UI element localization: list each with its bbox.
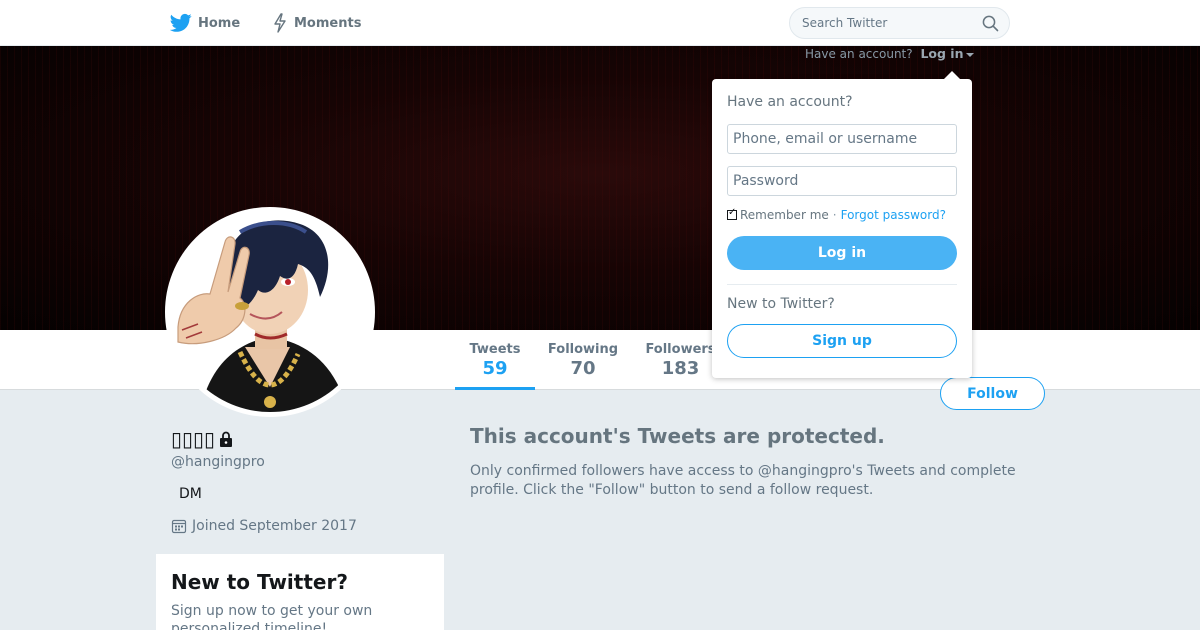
signup-button[interactable]: Sign up <box>727 324 957 358</box>
stat-following-label: Following <box>547 342 619 357</box>
header-login-link[interactable]: Log in <box>920 46 974 61</box>
stat-followers-label: Followers <box>645 342 716 357</box>
lock-icon <box>220 431 233 447</box>
username-field[interactable] <box>727 124 957 154</box>
signup-card: New to Twitter? Sign up now to get your … <box>156 554 444 630</box>
stat-following[interactable]: Following 70 <box>544 342 622 379</box>
profile-handle[interactable]: @hangingpro <box>171 454 265 470</box>
new-to-twitter-heading: New to Twitter? <box>727 296 835 312</box>
caret-down-icon <box>965 52 974 57</box>
profile-joined: Joined September 2017 <box>171 518 357 534</box>
signup-card-text: Sign up now to get your own personalized… <box>171 603 373 630</box>
profile-display-name: ▯▯▯▯ <box>171 427 235 451</box>
header-login-prompt: Have an account? Log in <box>805 46 974 61</box>
signup-card-title: New to Twitter? <box>171 570 348 594</box>
remember-label[interactable]: Remember me <box>740 208 829 222</box>
header-login-prompt-text: Have an account? <box>805 47 913 61</box>
search-box[interactable] <box>789 7 1010 39</box>
password-field[interactable] <box>727 166 957 196</box>
stat-tweets[interactable]: Tweets 59 <box>455 342 535 390</box>
remember-separator: · <box>832 208 837 222</box>
display-name-text: ▯▯▯▯ <box>171 427 216 451</box>
nav-home[interactable]: Home <box>170 13 240 33</box>
forgot-password-link[interactable]: Forgot password? <box>841 208 946 222</box>
login-dropdown: Have an account? Remember me · Forgot pa… <box>712 71 972 378</box>
profile-bio: DM <box>179 486 202 502</box>
stat-tweets-label: Tweets <box>469 342 521 357</box>
nav-moments-label: Moments <box>294 15 362 31</box>
stat-following-value: 70 <box>570 358 596 379</box>
search-input[interactable] <box>802 14 972 32</box>
login-button[interactable]: Log in <box>727 236 957 270</box>
nav-home-label: Home <box>198 15 241 31</box>
follow-button[interactable]: Follow <box>940 377 1045 410</box>
stat-followers-value: 183 <box>661 358 700 379</box>
top-navigation-bar: Home Moments <box>0 0 1200 46</box>
remember-row: Remember me · Forgot password? <box>727 207 946 222</box>
twitter-bird-icon <box>170 13 192 32</box>
calendar-icon <box>171 519 187 534</box>
avatar-illustration <box>170 212 370 412</box>
lightning-icon <box>274 13 286 33</box>
nav-moments[interactable]: Moments <box>272 13 361 33</box>
stat-followers[interactable]: Followers 183 <box>643 342 718 379</box>
joined-text: Joined September 2017 <box>192 518 357 534</box>
stat-tweets-value: 59 <box>482 358 508 379</box>
avatar[interactable] <box>165 207 375 417</box>
remember-checkbox[interactable] <box>727 207 737 220</box>
dropdown-caret <box>944 71 960 79</box>
protected-text: Only confirmed followers have access to … <box>470 463 1016 498</box>
login-dropdown-heading: Have an account? <box>727 94 853 110</box>
header-login-link-label: Log in <box>920 46 964 61</box>
search-icon[interactable] <box>982 15 999 32</box>
dropdown-divider <box>727 284 957 285</box>
protected-title: This account's Tweets are protected. <box>470 424 885 448</box>
